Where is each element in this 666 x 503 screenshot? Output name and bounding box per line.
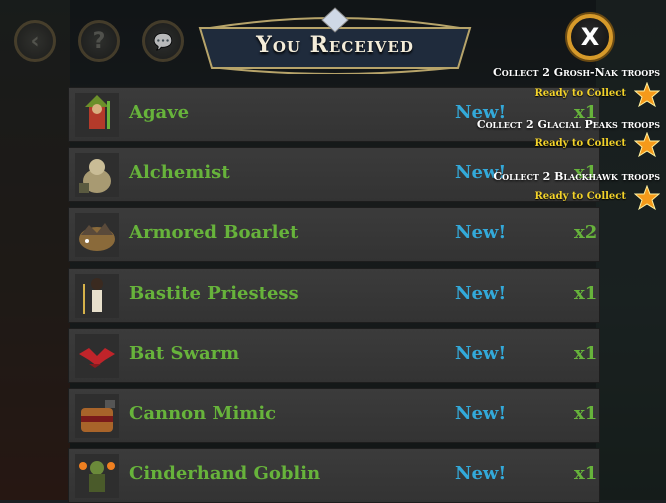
quest-status: Ready to Collect [534,88,626,99]
quest-notification[interactable]: Collect 2 Glacial Peaks troops Ready to … [400,118,660,164]
quest-notification[interactable]: Collect 2 Grosh-Nak troops Ready to Coll… [400,66,660,112]
quest-status: Ready to Collect [534,138,626,149]
list-item[interactable]: Cinderhand Goblin New! x1 [68,448,600,503]
new-badge: New! [455,283,507,304]
item-name: Cannon Mimic [129,403,277,424]
bat-swarm-troop-icon [75,334,119,378]
quest-notification[interactable]: Collect 2 Blackhawk troops Ready to Coll… [400,170,660,216]
item-name: Agave [129,102,190,123]
new-badge: New! [455,222,507,243]
help-button[interactable]: ? [78,20,120,62]
quest-status: Ready to Collect [534,191,626,202]
cannon-mimic-troop-icon [75,394,119,438]
list-item[interactable]: Cannon Mimic New! x1 [68,388,600,443]
item-quantity: x1 [574,283,598,304]
item-quantity: x1 [574,343,598,364]
quest-title: Collect 2 Grosh-Nak troops [493,66,660,79]
close-icon: X [580,23,600,51]
chat-button[interactable]: 💬 [142,20,184,62]
list-item[interactable]: Bat Swarm New! x1 [68,328,600,383]
new-badge: New! [455,343,507,364]
list-item[interactable]: Bastite Priestess New! x1 [68,268,600,323]
cinderhand-goblin-troop-icon [75,454,119,498]
new-badge: New! [455,463,507,484]
item-quantity: x1 [574,403,598,424]
item-name: Cinderhand Goblin [129,463,321,484]
item-quantity: x2 [574,222,598,243]
chat-icon: 💬 [153,31,173,51]
star-icon [634,82,660,108]
item-name: Bat Swarm [129,343,240,364]
alchemist-troop-icon [75,153,119,197]
agave-troop-icon [75,93,119,137]
help-icon: ? [92,28,106,54]
item-name: Alchemist [129,162,230,183]
bastite-priestess-troop-icon [75,274,119,318]
page-title: You Received [256,32,414,58]
close-button[interactable]: X [567,14,613,60]
armored-boarlet-troop-icon [75,213,119,257]
back-arrow-icon: ‹ [30,28,40,54]
item-quantity: x1 [574,463,598,484]
title-banner: You Received [190,6,480,74]
item-name: Bastite Priestess [129,283,299,304]
item-name: Armored Boarlet [129,222,299,243]
back-button[interactable]: ‹ [14,20,56,62]
new-badge: New! [455,403,507,424]
star-icon [634,132,660,158]
quest-title: Collect 2 Blackhawk troops [493,170,660,183]
star-icon [634,185,660,211]
quest-title: Collect 2 Glacial Peaks troops [476,118,660,131]
